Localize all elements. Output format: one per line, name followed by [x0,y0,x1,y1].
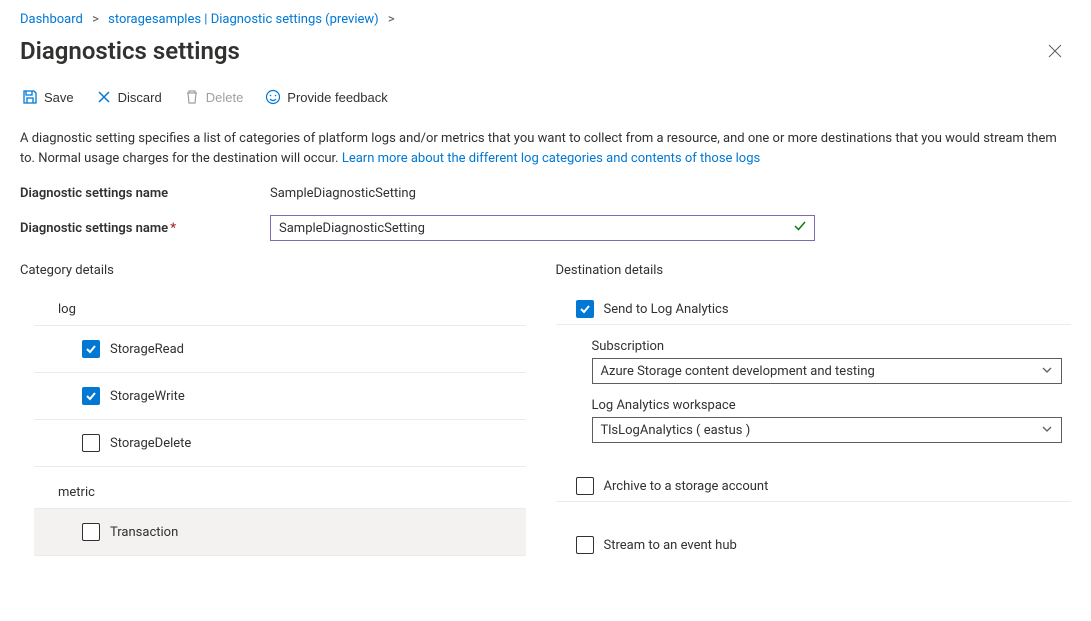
page-title: Diagnostics settings [20,37,240,65]
feedback-icon [265,89,281,105]
close-button[interactable] [1039,35,1071,67]
storagewrite-checkbox[interactable] [82,387,100,405]
archive-storage-checkbox[interactable] [576,477,594,495]
save-icon [22,89,38,105]
storagewrite-label: StorageWrite [110,389,185,404]
save-button[interactable]: Save [20,85,76,109]
workspace-value: TlsLogAnalytics ( eastus ) [601,423,751,438]
chevron-right-icon: > [92,12,99,27]
log-analytics-label: Send to Log Analytics [604,302,729,317]
delete-button: Delete [182,85,246,109]
name-label: Diagnostic settings name [20,186,270,201]
feedback-button[interactable]: Provide feedback [263,85,389,109]
discard-button[interactable]: Discard [94,85,164,109]
delete-label: Delete [206,90,244,105]
chevron-down-icon [1041,364,1053,379]
discard-icon [96,89,112,105]
breadcrumb-storagesamples[interactable]: storagesamples | Diagnostic settings (pr… [108,12,379,27]
category-details-column: Category details log StorageRead Storage… [20,263,536,560]
stream-eventhub-checkbox[interactable] [576,536,594,554]
category-details-title: Category details [20,263,536,278]
stream-eventhub-row[interactable]: Stream to an event hub [556,530,1072,560]
log-storagedelete-row[interactable]: StorageDelete [34,420,526,467]
log-storagewrite-row[interactable]: StorageWrite [34,373,526,420]
valid-check-icon [793,219,807,237]
subscription-value: Azure Storage content development and te… [601,364,875,379]
close-icon [1048,44,1062,58]
send-log-analytics-row[interactable]: Send to Log Analytics [556,294,1072,325]
metric-section-header: metric [34,477,526,509]
required-indicator: * [170,221,176,236]
workspace-select[interactable]: TlsLogAnalytics ( eastus ) [592,417,1062,443]
storageread-label: StorageRead [110,342,184,357]
discard-label: Discard [118,90,162,105]
log-analytics-checkbox[interactable] [576,300,594,318]
log-storageread-row[interactable]: StorageRead [34,326,526,373]
description: A diagnostic setting specifies a list of… [20,129,1070,168]
save-label: Save [44,90,74,105]
metric-transaction-row[interactable]: Transaction [34,509,526,556]
subscription-label: Subscription [592,339,1072,354]
storageread-checkbox[interactable] [82,340,100,358]
chevron-down-icon [1041,423,1053,438]
stream-eventhub-label: Stream to an event hub [604,538,737,553]
name-input[interactable] [270,215,815,241]
workspace-label: Log Analytics workspace [592,398,1072,413]
name-value: SampleDiagnosticSetting [270,186,416,201]
destination-details-column: Destination details Send to Log Analytic… [556,263,1072,560]
feedback-label: Provide feedback [287,90,387,105]
storagedelete-label: StorageDelete [110,436,191,451]
archive-storage-row[interactable]: Archive to a storage account [556,471,1072,502]
destination-details-title: Destination details [556,263,1072,278]
transaction-label: Transaction [110,525,178,540]
learn-more-link[interactable]: Learn more about the different log categ… [342,151,760,166]
delete-icon [184,89,200,105]
transaction-checkbox[interactable] [82,523,100,541]
toolbar: Save Discard Delete Provide feedback [20,85,1071,119]
log-section-header: log [34,294,526,326]
storagedelete-checkbox[interactable] [82,434,100,452]
chevron-right-icon: > [388,12,395,27]
subscription-select[interactable]: Azure Storage content development and te… [592,358,1062,384]
name-input-label: Diagnostic settings name* [20,221,270,236]
breadcrumb: Dashboard > storagesamples | Diagnostic … [20,10,1071,27]
archive-storage-label: Archive to a storage account [604,479,769,494]
breadcrumb-dashboard[interactable]: Dashboard [20,12,83,27]
